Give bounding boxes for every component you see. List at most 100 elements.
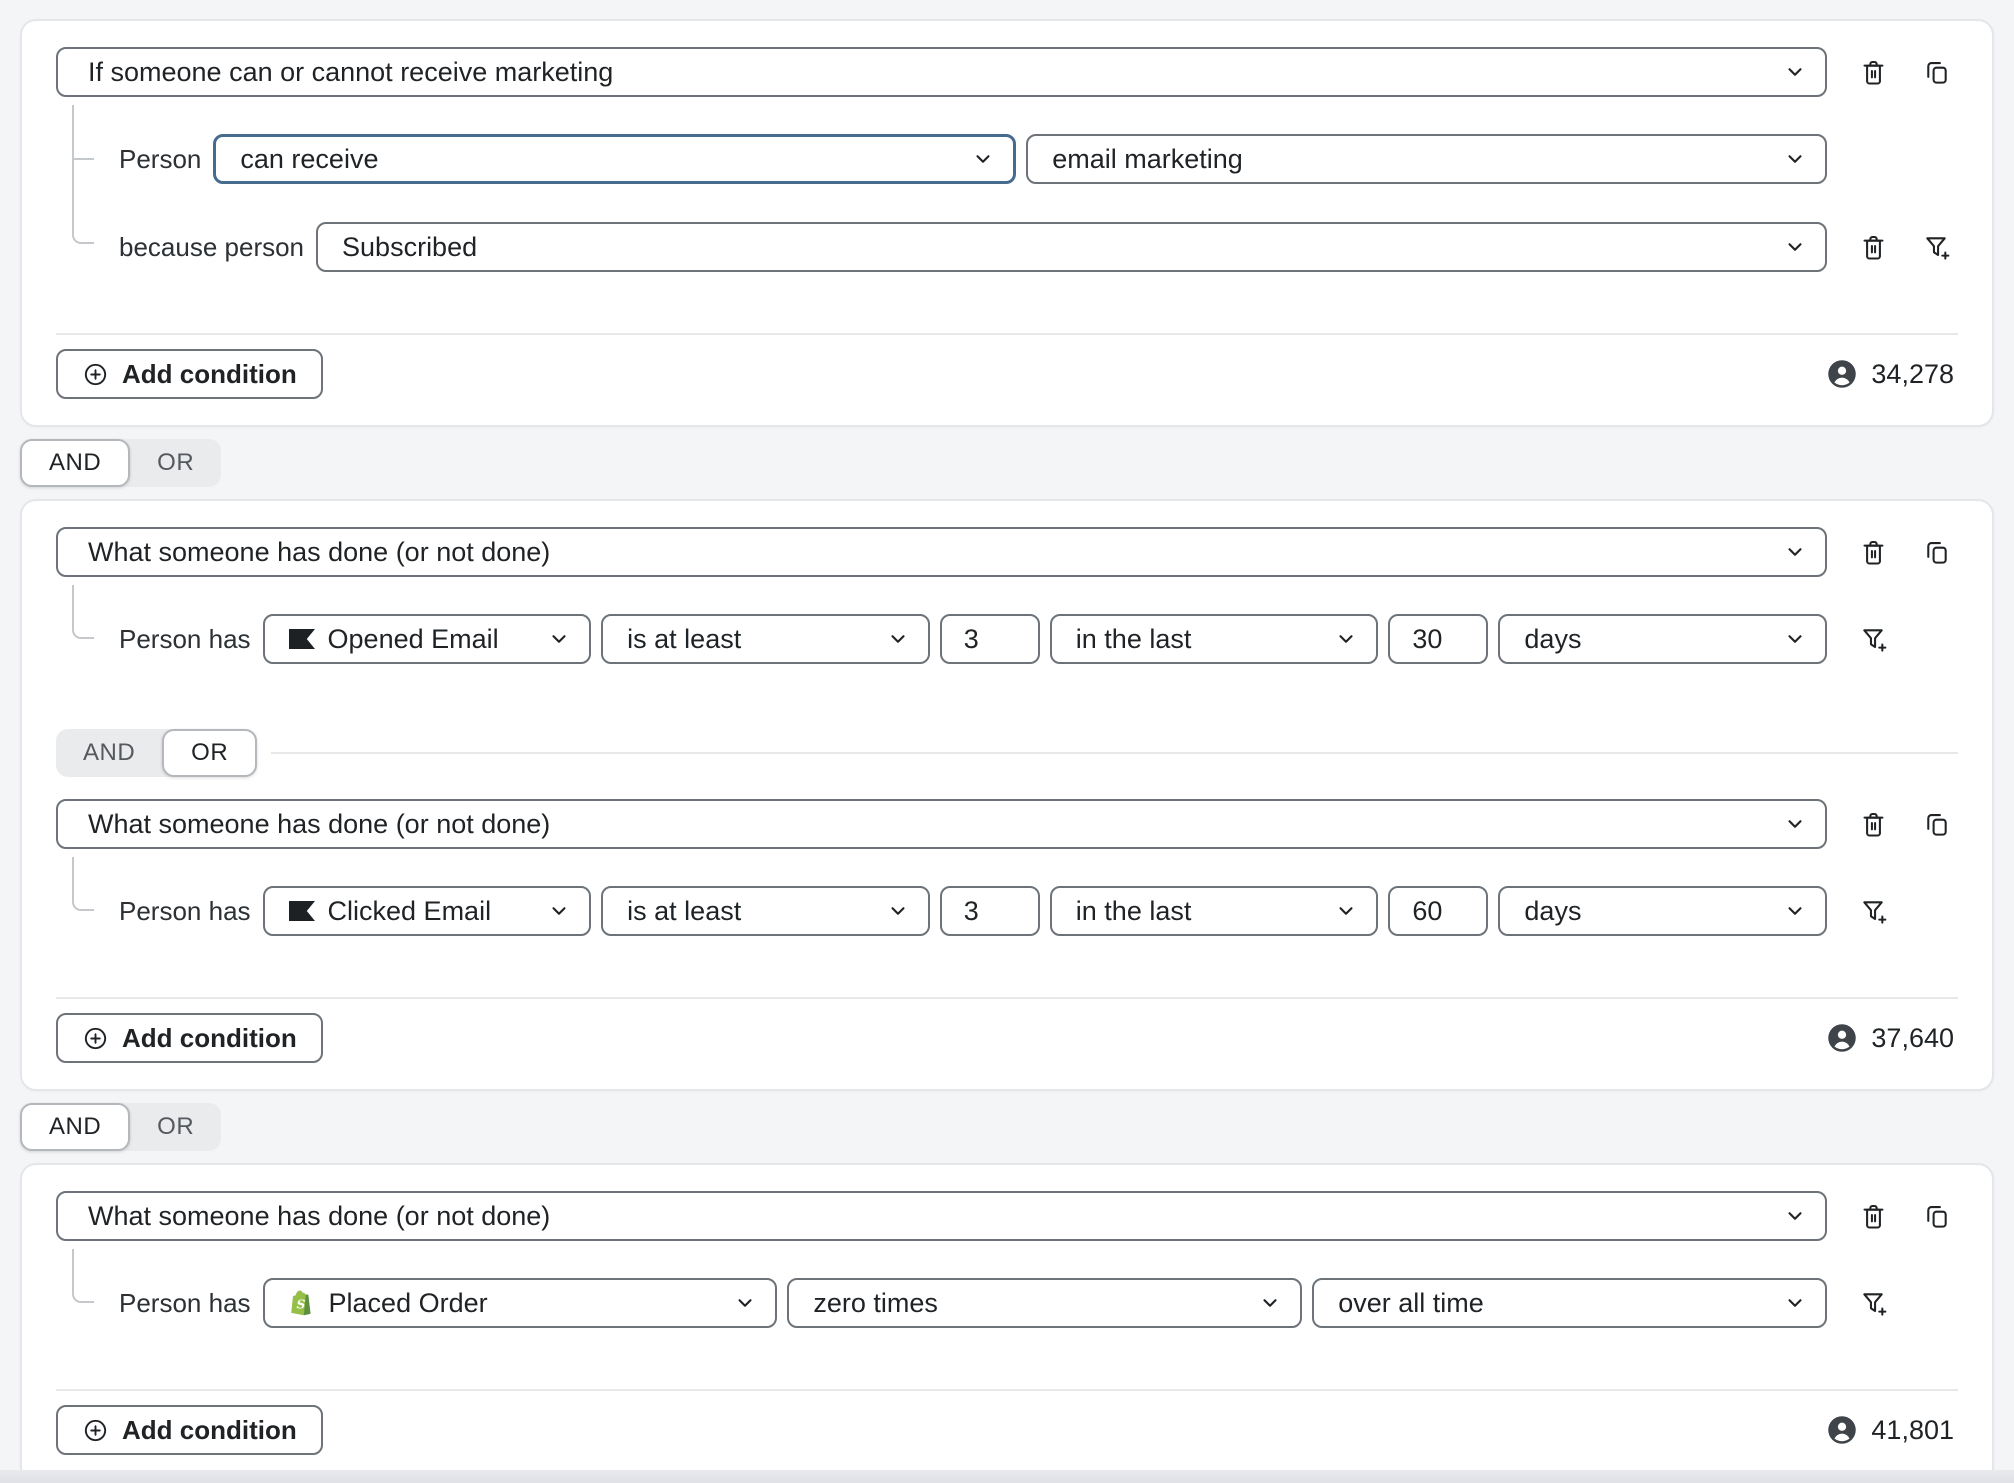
delete-condition-button[interactable] [1859,810,1888,839]
row-actions [1827,58,1958,87]
and-option[interactable]: AND [20,1103,131,1151]
or-option[interactable]: OR [130,439,221,487]
subgroup-logic-toggle: AND OR [56,729,1958,777]
event-value: Placed Order [328,1287,488,1318]
profile-count-value: 41,801 [1871,1414,1954,1445]
duplicate-condition-button[interactable] [1922,538,1951,567]
add-filter-button[interactable] [1859,1289,1888,1318]
condition-type-value: What someone has done (or not done) [88,536,551,567]
chevron-down-icon [971,147,995,171]
chevron-down-icon [1334,627,1358,651]
condition-group-2: What someone has done (or not done) Pers… [20,499,1994,1091]
timeframe-select[interactable]: in the last [1049,614,1379,664]
consent-operator-select[interactable]: can receive [213,134,1017,184]
add-condition-label: Add condition [122,1414,297,1445]
time-unit-select[interactable]: days [1498,614,1828,664]
chevron-down-icon [1783,235,1807,259]
consent-condition-row: Person can receive email marketing [119,133,1958,185]
event-select[interactable]: Clicked Email [262,886,592,936]
consent-reason-value: Subscribed [342,231,478,262]
timeframe-value-input[interactable]: 60 [1388,886,1489,936]
condition-type-value: What someone has done (or not done) [88,1200,551,1231]
klaviyo-flag-icon [288,629,315,649]
timeframe-value-input[interactable]: 30 [1388,614,1489,664]
row-actions [1827,538,1958,567]
person-badge-icon [1828,1024,1857,1052]
chevron-down-icon [886,627,910,651]
add-filter-button[interactable] [1859,897,1888,926]
or-option[interactable]: OR [130,1103,221,1151]
frequency-value-input[interactable]: 3 [939,886,1040,936]
plus-circle-icon [84,1027,107,1049]
condition-type-select[interactable]: What someone has done (or not done) [56,527,1827,577]
or-option[interactable]: OR [162,729,258,777]
delete-condition-button[interactable] [1859,538,1888,567]
delete-condition-button[interactable] [1859,1202,1888,1231]
condition-type-row: What someone has done (or not done) [56,1191,1958,1241]
condition-controls: Subscribed [316,222,1827,272]
row-actions [1827,625,1958,654]
tree-connector [72,105,74,233]
timeframe-value: over all time [1338,1287,1484,1318]
condition-section: What someone has done (or not done) Pers… [56,527,1958,665]
plus-circle-icon [84,1419,107,1441]
group-footer: Add condition 37,640 [56,997,1958,1063]
condition-group-1: If someone can or cannot receive marketi… [20,19,1994,427]
svg-text:S: S [296,1296,305,1311]
row-actions [1827,810,1958,839]
and-option[interactable]: AND [20,439,131,487]
chevron-down-icon [1783,1291,1807,1315]
condition-section: What someone has done (or not done) Pers… [56,799,1958,937]
profile-count-value: 34,278 [1871,358,1954,389]
condition-type-value: What someone has done (or not done) [88,808,551,839]
add-condition-label: Add condition [122,1022,297,1053]
consent-channel-select[interactable]: email marketing [1026,134,1828,184]
event-select[interactable]: Opened Email [262,614,592,664]
frequency-operator-value: zero times [813,1287,938,1318]
add-filter-button[interactable] [1922,233,1951,262]
delete-condition-button[interactable] [1859,58,1888,87]
timeframe-select[interactable]: over all time [1312,1278,1828,1328]
condition-type-value: If someone can or cannot receive marketi… [88,56,614,87]
frequency-operator-select[interactable]: zero times [787,1278,1303,1328]
chevron-down-icon [547,627,571,651]
condition-type-select[interactable]: What someone has done (or not done) [56,799,1827,849]
and-or-toggle: AND OR [56,729,258,777]
chevron-down-icon [1783,540,1807,564]
time-unit-select[interactable]: days [1498,886,1828,936]
consent-channel-value: email marketing [1052,143,1243,174]
frequency-value-input[interactable]: 3 [939,614,1040,664]
and-option[interactable]: AND [56,729,162,777]
chevron-down-icon [1783,1204,1807,1228]
row-actions [1827,233,1958,262]
duplicate-condition-button[interactable] [1922,58,1951,87]
row-actions [1827,1202,1958,1231]
add-condition-button[interactable]: Add condition [56,349,323,399]
duplicate-condition-button[interactable] [1922,1202,1951,1231]
profile-count: 37,640 [1827,1023,1958,1054]
klaviyo-flag-icon [288,901,315,921]
condition-type-row: What someone has done (or not done) [56,527,1958,577]
delete-row-button[interactable] [1859,233,1888,262]
condition-type-select[interactable]: What someone has done (or not done) [56,1191,1827,1241]
timeframe-value: in the last [1075,623,1192,654]
chevron-down-icon [1783,60,1807,84]
profile-count-value: 37,640 [1871,1022,1954,1053]
consent-reason-select[interactable]: Subscribed [316,222,1827,272]
add-condition-button[interactable]: Add condition [56,1405,323,1455]
add-condition-button[interactable]: Add condition [56,1013,323,1063]
event-select[interactable]: S Placed Order [262,1278,778,1328]
group-logic-toggle: AND OR [20,1103,1994,1151]
condition-controls: can receive email marketing [213,134,1828,184]
frequency-operator-select[interactable]: is at least [601,614,930,664]
plus-circle-icon [84,363,107,385]
add-filter-button[interactable] [1859,625,1888,654]
timeframe-select[interactable]: in the last [1049,886,1379,936]
condition-type-select[interactable]: If someone can or cannot receive marketi… [56,47,1827,97]
duplicate-condition-button[interactable] [1922,810,1951,839]
add-condition-label: Add condition [122,358,297,389]
frequency-operator-select[interactable]: is at least [601,886,930,936]
chevron-down-icon [1783,627,1807,651]
condition-section: What someone has done (or not done) Pers… [56,1191,1958,1329]
profile-count: 34,278 [1827,359,1958,390]
